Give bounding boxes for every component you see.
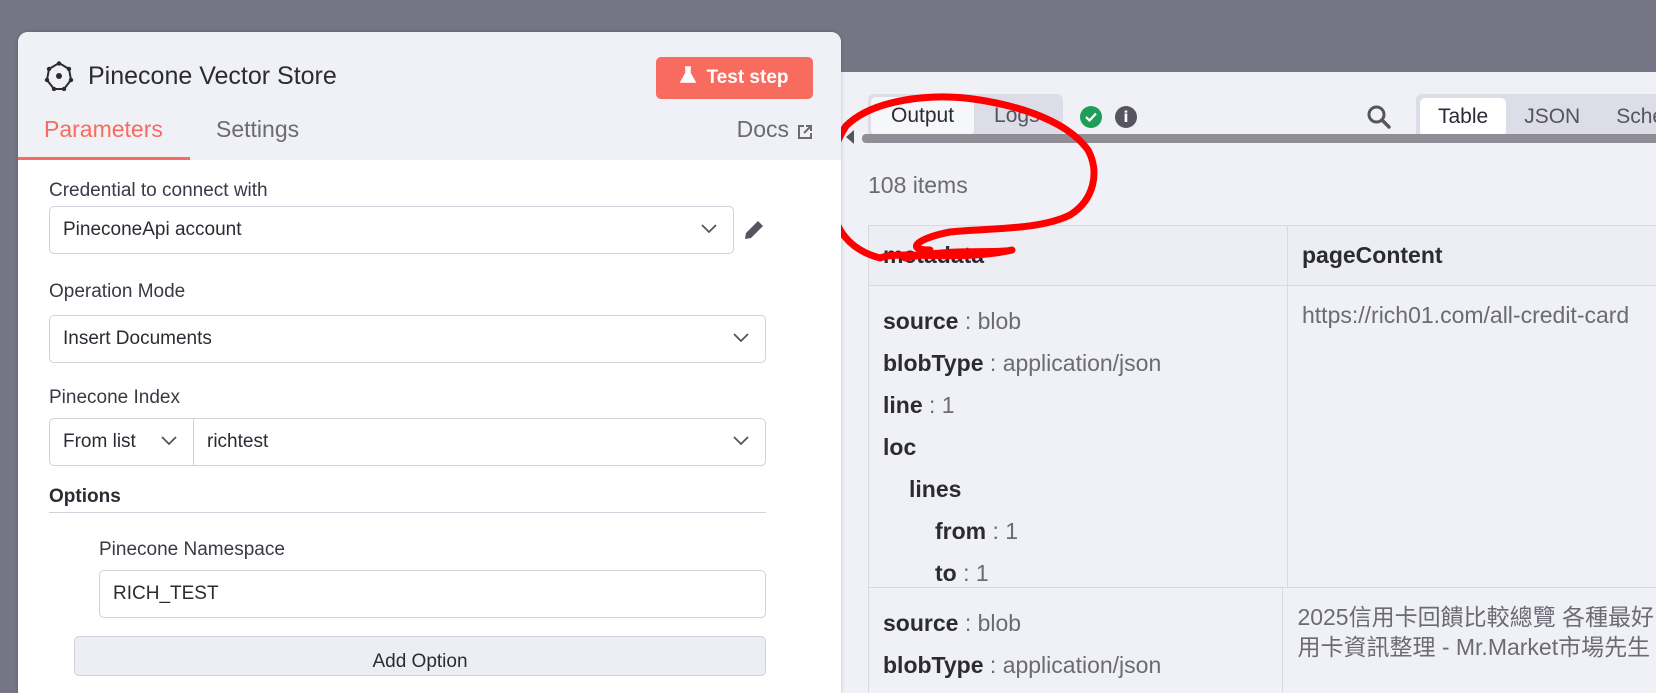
namespace-value: RICH_TEST [113,583,219,604]
tab-parameters[interactable]: Parameters [18,116,190,160]
table-header: metadata pageContent [868,226,1656,286]
panel-header: Pinecone Vector Store Test step Paramete… [18,32,841,160]
page-content-text: https://rich01.com/all-credit-card [1302,302,1630,328]
kv-blobtype: blobType : application/json [883,651,1162,678]
credential-value: PineconeApi account [63,219,242,240]
operation-mode-select[interactable]: Insert Documents [49,315,766,363]
pinecone-index-value: richtest [207,431,269,452]
info-icon[interactable]: i [1115,106,1137,128]
test-step-label: Test step [706,67,789,88]
horizontal-scrollbar[interactable] [862,134,1656,143]
options-divider [49,512,766,513]
page-content-text: 用卡資訊整理 - Mr.Market市場先生 [1297,634,1651,660]
add-option-button[interactable]: Add Option [74,636,766,676]
item-count: 108 items [868,172,968,198]
pinecone-icon [44,61,74,96]
table-row: source : blob blobType : application/jso… [868,286,1656,588]
column-header-pagecontent: pageContent [1302,242,1443,268]
external-link-icon [797,116,813,146]
metadata-cell: source : blob blobType : application/jso… [868,588,1284,693]
add-option-label: Add Option [372,651,468,672]
kv-source: source : blob [883,609,1022,636]
operation-mode-value: Insert Documents [63,328,212,349]
kv-from: from : 1 [935,517,1019,544]
options-heading: Options [49,486,121,507]
namespace-label: Pinecone Namespace [99,539,285,560]
kv-source: source : blob [883,307,1022,334]
pagecontent-cell: https://rich01.com/all-credit-card [1288,286,1656,587]
credential-select[interactable]: PineconeApi account [49,206,734,254]
kv-line: line : 1 [883,391,955,418]
column-header-metadata: metadata [868,226,1288,285]
kv-lines: lines [909,475,962,502]
chevron-down-icon [733,436,749,446]
chevron-down-icon [161,436,177,446]
scroll-left-arrow[interactable] [846,130,854,144]
credential-label: Credential to connect with [49,180,268,201]
pagecontent-cell: 2025信用卡回饋比較總覽 各種最好 用卡資訊整理 - Mr.Market市場先… [1283,588,1656,693]
kv-loc: loc [883,433,917,460]
panel-tabs: Parameters Settings Docs [18,116,841,160]
tab-table[interactable]: Table [1420,98,1507,136]
kv-blobtype: blobType : application/json [883,349,1162,376]
pinecone-index-label: Pinecone Index [49,387,180,408]
output-pane: Output Logs i Table JSON Schema 108 item… [800,72,1656,693]
tab-settings[interactable]: Settings [190,116,325,160]
search-icon[interactable] [1366,104,1392,135]
tab-schema[interactable]: Schema [1598,98,1656,136]
page-content-text: 2025信用卡回饋比較總覽 各種最好 [1297,604,1654,630]
output-tabs: Output Logs [868,94,1063,138]
docs-label: Docs [736,116,789,142]
node-title: Pinecone Vector Store [88,62,337,90]
tab-json[interactable]: JSON [1506,98,1598,136]
index-mode-value: From list [63,431,136,452]
pinecone-index-select[interactable]: richtest [193,418,766,466]
docs-link[interactable]: Docs [737,116,813,146]
check-circle-icon [1080,106,1102,128]
node-parameters-panel: Pinecone Vector Store Test step Paramete… [18,32,841,693]
pencil-icon[interactable] [742,218,766,247]
chevron-down-icon [733,333,749,343]
metadata-cell: source : blob blobType : application/jso… [868,286,1288,587]
output-table: metadata pageContent source : blob blobT… [868,225,1656,693]
index-mode-select[interactable]: From list [49,418,194,466]
operation-mode-label: Operation Mode [49,281,186,302]
namespace-input[interactable]: RICH_TEST [99,570,766,618]
flask-icon [680,66,697,90]
tab-output[interactable]: Output [871,97,975,135]
chevron-down-icon [701,224,717,234]
tab-logs[interactable]: Logs [974,97,1060,135]
table-row: source : blob blobType : application/jso… [868,588,1656,693]
test-step-button[interactable]: Test step [656,57,813,99]
